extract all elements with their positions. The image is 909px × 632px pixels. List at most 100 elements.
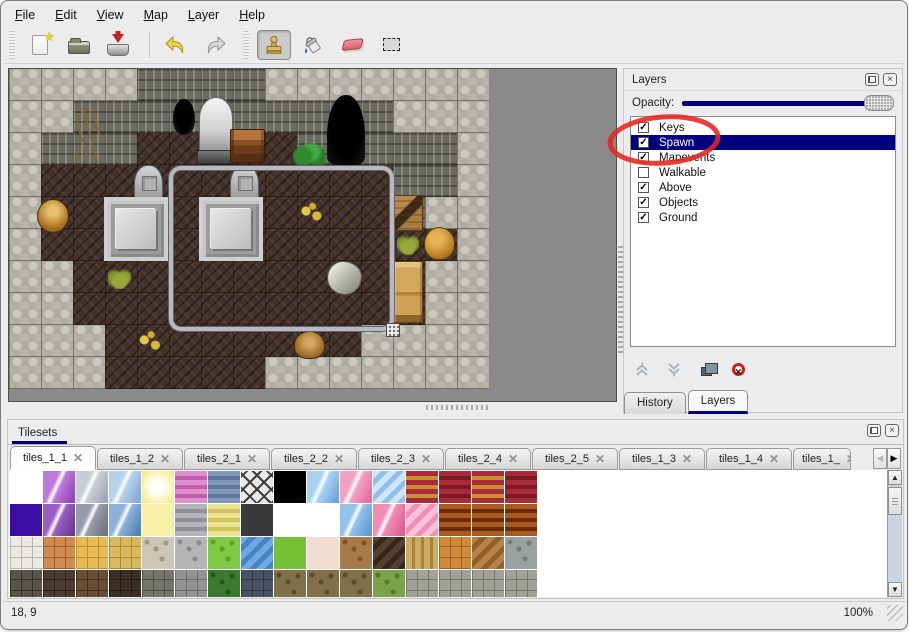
map-tile[interactable] — [137, 293, 169, 325]
map-tile[interactable] — [457, 165, 489, 197]
map-tile[interactable] — [393, 357, 425, 389]
map-tile[interactable] — [425, 357, 457, 389]
tileset-tile[interactable] — [274, 504, 306, 536]
close-tab-icon[interactable]: ✕ — [421, 452, 431, 466]
close-tab-icon[interactable]: ✕ — [846, 452, 851, 466]
map-tile[interactable] — [105, 357, 137, 389]
tileset-tile[interactable] — [505, 537, 537, 569]
map-tile[interactable] — [105, 101, 137, 133]
toolbar-grip[interactable] — [243, 31, 249, 59]
tileset-tile[interactable] — [406, 471, 438, 503]
rect-select-tool-button[interactable] — [374, 30, 408, 60]
tileset-tile[interactable] — [472, 570, 504, 597]
tileset-tile[interactable] — [208, 504, 240, 536]
menu-layer[interactable]: Layer — [182, 5, 229, 25]
scroll-tabs-left-button[interactable]: ◀ — [873, 448, 887, 469]
layer-row-objects[interactable]: ✓Objects — [631, 195, 895, 210]
map-tile[interactable] — [425, 197, 457, 229]
map-tile[interactable] — [169, 69, 201, 101]
tileset-tile[interactable] — [406, 504, 438, 536]
map-tile[interactable] — [73, 261, 105, 293]
tileset-tile[interactable] — [472, 471, 504, 503]
close-tab-icon[interactable]: ✕ — [769, 452, 779, 466]
map-tile[interactable] — [425, 261, 457, 293]
layer-row-above[interactable]: ✓Above — [631, 180, 895, 195]
map-tile[interactable] — [105, 133, 137, 165]
tileset-tab-tiles_2_1[interactable]: tiles_2_1✕ — [184, 448, 270, 470]
tileset-tile[interactable] — [340, 570, 372, 597]
tileset-tile[interactable] — [406, 537, 438, 569]
tile-map[interactable] — [9, 69, 489, 389]
tileset-tile[interactable] — [241, 471, 273, 503]
layer-row-mapevents[interactable]: ✓Mapevents — [631, 150, 895, 165]
save-file-button[interactable] — [101, 30, 135, 60]
menu-help[interactable]: Help — [233, 5, 275, 25]
map-tile[interactable] — [457, 293, 489, 325]
tileset-tab-tiles_1_[interactable]: tiles_1_✕ — [793, 448, 851, 470]
tileset-tile[interactable] — [208, 471, 240, 503]
map-tile[interactable] — [9, 133, 41, 165]
map-selection-rect[interactable] — [169, 166, 394, 331]
move-layer-down-button[interactable] — [664, 359, 684, 379]
map-tile[interactable] — [361, 101, 393, 133]
tileset-tile[interactable] — [76, 570, 108, 597]
map-tile[interactable] — [425, 133, 457, 165]
map-tile[interactable] — [393, 69, 425, 101]
map-tile[interactable] — [265, 69, 297, 101]
tileset-tile[interactable] — [109, 504, 141, 536]
tileset-tile[interactable] — [307, 570, 339, 597]
tileset-tile[interactable] — [76, 537, 108, 569]
tileset-tab-tiles_2_5[interactable]: tiles_2_5✕ — [532, 448, 618, 470]
map-canvas[interactable] — [8, 68, 617, 402]
map-tile[interactable] — [329, 357, 361, 389]
tileset-scrollbar[interactable]: ▲ ▼ — [887, 470, 902, 597]
scroll-up-button[interactable]: ▲ — [888, 470, 902, 485]
layer-visibility-checkbox[interactable] — [638, 167, 649, 178]
map-tile[interactable] — [457, 261, 489, 293]
tileset-tile[interactable] — [175, 504, 207, 536]
float-panel-icon[interactable] — [867, 424, 881, 437]
map-tile[interactable] — [9, 293, 41, 325]
layer-visibility-checkbox[interactable]: ✓ — [638, 152, 649, 163]
map-tile[interactable] — [105, 325, 137, 357]
tileset-tile[interactable] — [439, 537, 471, 569]
close-panel-icon[interactable]: × — [885, 424, 899, 437]
map-tile[interactable] — [41, 293, 73, 325]
layer-row-walkable[interactable]: Walkable — [631, 165, 895, 180]
horizontal-splitter-grip[interactable] — [426, 405, 488, 410]
map-tile[interactable] — [233, 69, 265, 101]
tileset-tile[interactable] — [274, 570, 306, 597]
scroll-down-button[interactable]: ▼ — [888, 582, 902, 597]
tileset-tile[interactable] — [340, 471, 372, 503]
opacity-slider-handle[interactable] — [864, 95, 894, 111]
map-tile[interactable] — [425, 69, 457, 101]
layer-row-spawn[interactable]: ✓Spawn — [631, 135, 895, 150]
scrollbar-thumb[interactable] — [888, 487, 902, 515]
map-tile[interactable] — [265, 357, 297, 389]
tileset-tile[interactable] — [439, 570, 471, 597]
tileset-tab-tiles_1_1[interactable]: tiles_1_1✕ — [10, 446, 96, 470]
tileset-tile[interactable] — [373, 570, 405, 597]
map-tile[interactable] — [9, 165, 41, 197]
map-tile[interactable] — [457, 325, 489, 357]
layer-visibility-checkbox[interactable]: ✓ — [638, 212, 649, 223]
tileset-tile[interactable] — [43, 504, 75, 536]
tileset-tile[interactable] — [10, 504, 42, 536]
tileset-tab-tiles_1_3[interactable]: tiles_1_3✕ — [619, 448, 705, 470]
tileset-tile[interactable] — [307, 537, 339, 569]
map-tile[interactable] — [41, 229, 73, 261]
open-file-button[interactable] — [62, 30, 96, 60]
tileset-tile[interactable] — [208, 537, 240, 569]
map-tile[interactable] — [425, 325, 457, 357]
tileset-tile[interactable] — [175, 471, 207, 503]
tileset-tile[interactable] — [241, 570, 273, 597]
layer-visibility-checkbox[interactable]: ✓ — [638, 137, 649, 148]
opacity-slider[interactable] — [682, 95, 894, 111]
tileset-tile[interactable] — [142, 471, 174, 503]
tileset-tile[interactable] — [76, 471, 108, 503]
undo-button[interactable] — [159, 30, 193, 60]
map-tile[interactable] — [457, 229, 489, 261]
tileset-tile[interactable] — [142, 570, 174, 597]
map-tile[interactable] — [169, 357, 201, 389]
tileset-tile[interactable] — [175, 537, 207, 569]
